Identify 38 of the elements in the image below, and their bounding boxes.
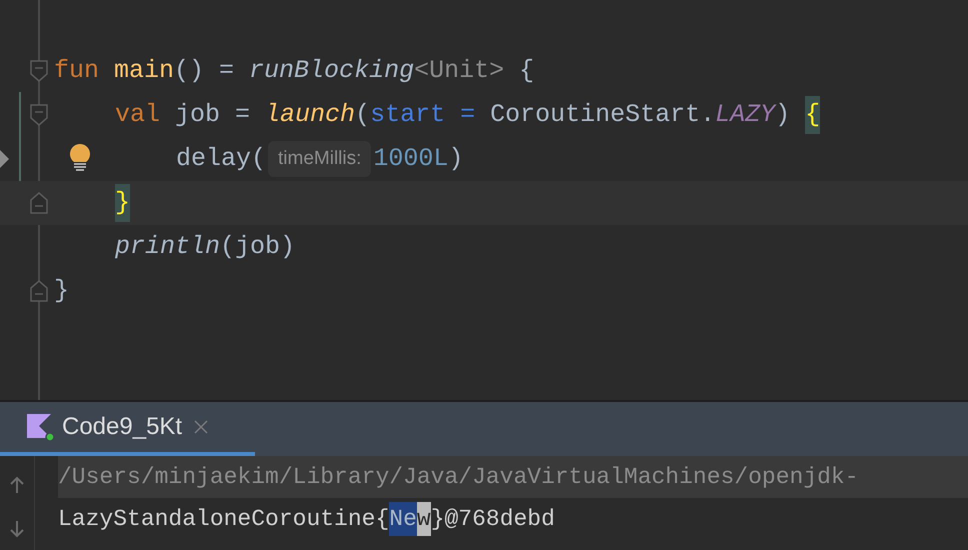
code-token: (job) [220,231,296,264]
matched-brace: } [115,184,130,222]
code-token: job = [175,99,252,132]
caret-character: w [416,502,431,536]
code-token: val [115,99,162,132]
console-text: /Users/minjaekim/Library/Java/JavaVirtualMachines/openjdk- [58,462,859,492]
matched-brace: { [805,96,820,134]
fold-icon[interactable] [30,280,48,302]
selected-text: Ne [389,502,417,536]
code-token: () = [174,55,236,88]
code-token: } [54,275,70,308]
code-token: CoroutineStart. [489,99,716,132]
down-arrow-icon[interactable] [9,520,25,538]
code-token: println [115,231,220,264]
fold-icon[interactable] [30,104,48,126]
code-token: { [518,55,534,88]
code-token: main [114,55,174,88]
code-token: delay( [176,143,266,176]
fold-icon[interactable] [30,192,48,214]
lightbulb-icon[interactable] [69,143,91,171]
kotlin-run-icon [26,413,54,441]
parameter-hint: timeMillis: [268,140,372,178]
code-token: ) [775,99,792,132]
code-token: LAZY [715,99,776,132]
code-token: ) [448,143,464,176]
code-token: ( [355,99,370,132]
console-text: }@768debd [430,504,555,534]
console-text: LazyStandaloneCoroutine{ [58,504,390,534]
code-token: fun [54,55,100,88]
code-token: runBlocking [249,55,414,88]
code-token: launch [265,99,356,132]
fold-icon[interactable] [30,60,48,82]
pointer-icon [0,150,9,168]
code-token: <Unit> [414,55,504,88]
code-token: start = [370,99,476,132]
close-icon[interactable] [194,420,208,434]
code-token: 1000L [373,143,448,176]
up-arrow-icon[interactable] [9,476,25,494]
